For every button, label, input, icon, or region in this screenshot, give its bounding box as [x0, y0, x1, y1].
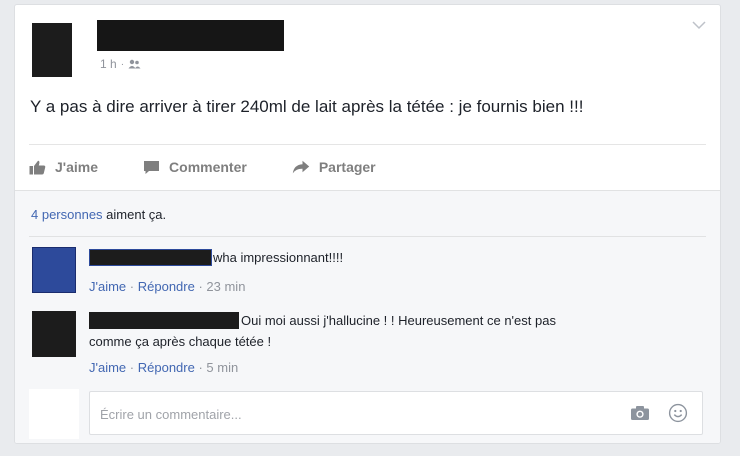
post-meta: 1 h ·	[100, 57, 141, 71]
likers-link[interactable]: 4 personnes	[31, 207, 103, 222]
post-actions: J'aime Commenter Partager	[29, 153, 421, 181]
comment-reply-link[interactable]: Répondre	[138, 360, 195, 375]
comment-author-redacted[interactable]	[89, 249, 212, 266]
share-icon	[292, 160, 310, 174]
separator: ·	[194, 279, 207, 294]
post-card: 1 h · Y a pas à dire arriver à tirer 240…	[14, 4, 721, 444]
feedback-section: 4 personnes aiment ça. wha impressionnan…	[15, 190, 720, 443]
comment-button[interactable]: Commenter	[143, 159, 247, 175]
separator: ·	[126, 360, 138, 375]
comment-avatar[interactable]	[32, 247, 76, 293]
post-time[interactable]: 1 h	[100, 57, 117, 71]
emoji-icon[interactable]	[668, 403, 688, 423]
meta-separator: ·	[120, 58, 125, 70]
thumbs-up-icon	[29, 160, 46, 174]
post-text: Y a pas à dire arriver à tirer 240ml de …	[30, 97, 584, 116]
divider	[29, 144, 706, 145]
like-button[interactable]: J'aime	[29, 159, 98, 175]
comment-text-line-2: comme ça après chaque tétée !	[89, 334, 272, 349]
comment-time[interactable]: 5 min	[206, 360, 238, 375]
like-button-label: J'aime	[55, 159, 99, 175]
divider	[29, 236, 706, 237]
comment-button-label: Commenter	[169, 159, 247, 175]
separator: ·	[194, 360, 207, 375]
likes-summary: 4 personnes aiment ça.	[31, 207, 166, 222]
comment-avatar[interactable]	[32, 311, 76, 357]
comment-like-link[interactable]: J'aime	[89, 360, 126, 375]
comment-composer	[89, 391, 703, 435]
comment-text-line-1: Oui moi aussi j'hallucine ! ! Heureuseme…	[241, 313, 556, 328]
comment-time[interactable]: 23 min	[206, 279, 245, 294]
comment-actions: J'aime · Répondre · 5 min	[89, 360, 238, 375]
comment-input[interactable]	[98, 400, 612, 428]
comment-actions: J'aime · Répondre · 23 min	[89, 279, 245, 294]
likes-suffix: aiment ça.	[102, 207, 167, 222]
friends-icon[interactable]	[128, 59, 141, 69]
author-avatar[interactable]	[32, 23, 72, 77]
comment-text: wha impressionnant!!!!	[213, 250, 344, 265]
current-user-avatar	[29, 389, 79, 439]
separator: ·	[126, 279, 138, 294]
chevron-down-icon[interactable]	[692, 21, 706, 30]
share-button[interactable]: Partager	[292, 159, 376, 175]
comment-like-link[interactable]: J'aime	[89, 279, 126, 294]
comment-reply-link[interactable]: Répondre	[138, 279, 195, 294]
author-name-redacted[interactable]	[97, 20, 284, 51]
comment-icon	[144, 160, 160, 174]
comment-author-redacted[interactable]	[89, 312, 239, 329]
share-button-label: Partager	[318, 159, 376, 175]
camera-icon[interactable]	[630, 405, 650, 421]
